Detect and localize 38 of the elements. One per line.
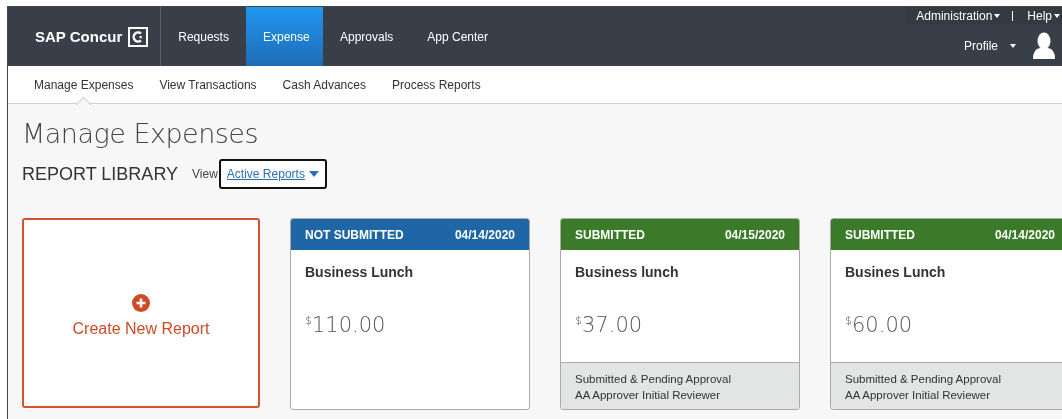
view-dropdown[interactable]: Active Reports [218,159,327,189]
report-amount: $^{$}$110.00 [305,313,387,337]
nav-tab[interactable]: Expense [245,7,323,66]
report-card[interactable]: NOT SUBMITTED 04/14/2020 Business Lunch $^{$}$110.00 [290,218,530,410]
create-report-card[interactable]: Create New Report [22,218,260,408]
approval-status-text: Submitted & Pending Approval [575,372,732,387]
report-date: 04/14/2020 [994,227,1055,242]
report-amount: $^{$}$60.00 [845,313,914,337]
user-avatar-icon[interactable] [1032,32,1056,60]
logo-text: SAP Concur [35,28,123,45]
report-name: Busines Lunch [845,264,947,280]
report-name: Business lunch [575,264,680,280]
report-amount: $^{$}$37.00 [575,313,644,337]
status-label: SUBMITTED [575,227,645,242]
status-label: NOT SUBMITTED [305,227,404,242]
report-name: Business Lunch [305,264,415,280]
approval-status-text: AA Approver Initial Reviewer [845,388,992,403]
page-title: Manage Expenses [22,118,260,149]
report-date: 04/15/2020 [724,227,785,242]
approval-status-text: AA Approver Initial Reviewer [575,388,722,403]
approval-status-text: Submitted & Pending Approval [845,372,1002,387]
view-label: View [192,167,218,181]
section-title: REPORT LIBRARY [22,163,179,185]
subnav-link[interactable]: View Transactions [146,66,270,103]
nav-tab[interactable]: Approvals [322,7,411,66]
subnav-link[interactable]: Cash Advances [269,66,379,103]
report-date: 04/14/2020 [454,227,515,242]
logo-mark-icon [128,26,149,47]
nav-tab[interactable]: App Center [410,7,506,66]
subnav-link[interactable]: Process Reports [378,66,494,103]
nav-tab[interactable]: Requests [161,7,246,66]
menu-link[interactable]: Administration [914,8,1003,23]
profile-menu[interactable]: Profile [958,38,1022,54]
report-card[interactable]: SUBMITTED 04/15/2020 Business lunch $^{$}$37.00 Submitted & Pending Approval AA Approver Initial Reviewer [560,218,800,410]
plus-icon [132,294,150,312]
menu-link[interactable]: Help [1025,8,1062,23]
status-label: SUBMITTED [845,227,915,242]
report-card[interactable]: SUBMITTED 04/14/2020 Busines Lunch $^{$}$60.00 Submitted & Pending Approval AA Approver Initial Reviewer [830,218,1062,410]
